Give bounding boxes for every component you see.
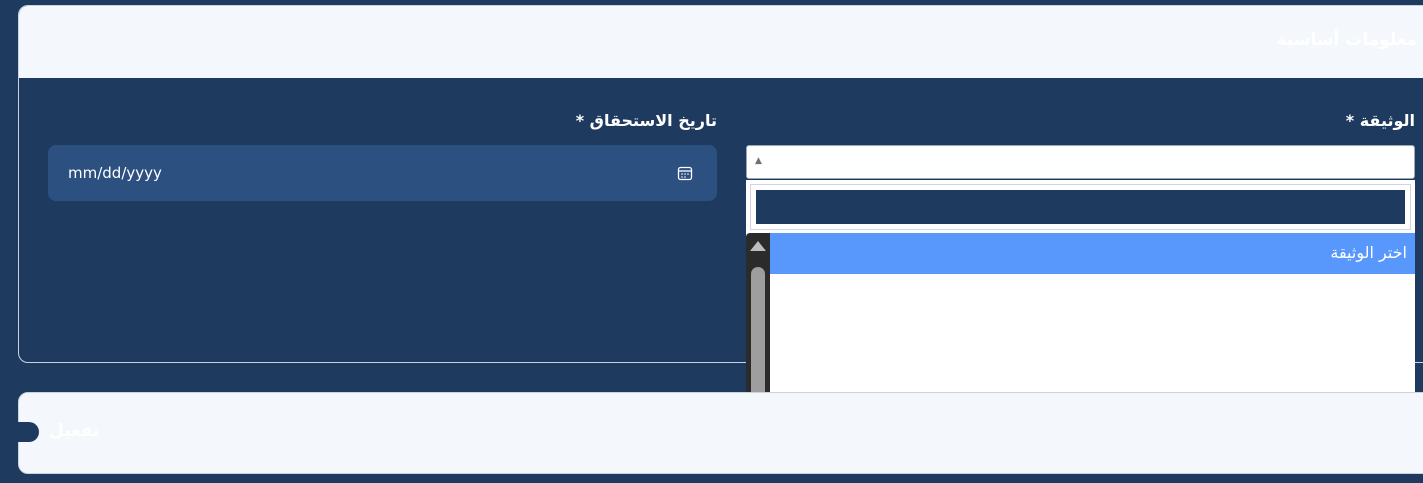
due-date-input[interactable]: mm/dd/yyyy [48, 145, 717, 201]
dropdown-search-input[interactable] [754, 188, 1407, 226]
page: معلومات أساسية الوثيقة * تاريخ الاستحقاق… [0, 0, 1423, 483]
due-date-label: تاريخ الاستحقاق * [575, 111, 717, 130]
scroll-up-icon[interactable] [750, 241, 766, 251]
dropdown-search-wrap [750, 184, 1411, 230]
dropdown-option[interactable]: اختر الوثيقة [770, 233, 1415, 274]
document-label: الوثيقة * [1345, 111, 1415, 130]
basic-info-title: معلومات أساسية [1276, 30, 1417, 50]
activation-card: تفعيل [17, 392, 1423, 474]
document-select[interactable]: ▲ [746, 145, 1415, 179]
activation-label: تفعيل [49, 421, 100, 441]
basic-info-header: معلومات أساسية [19, 6, 1423, 78]
triangle-up-icon: ▲ [755, 156, 762, 166]
calendar-icon[interactable] [677, 165, 693, 181]
activation-toggle[interactable] [17, 422, 39, 442]
due-date-placeholder: mm/dd/yyyy [68, 164, 162, 182]
